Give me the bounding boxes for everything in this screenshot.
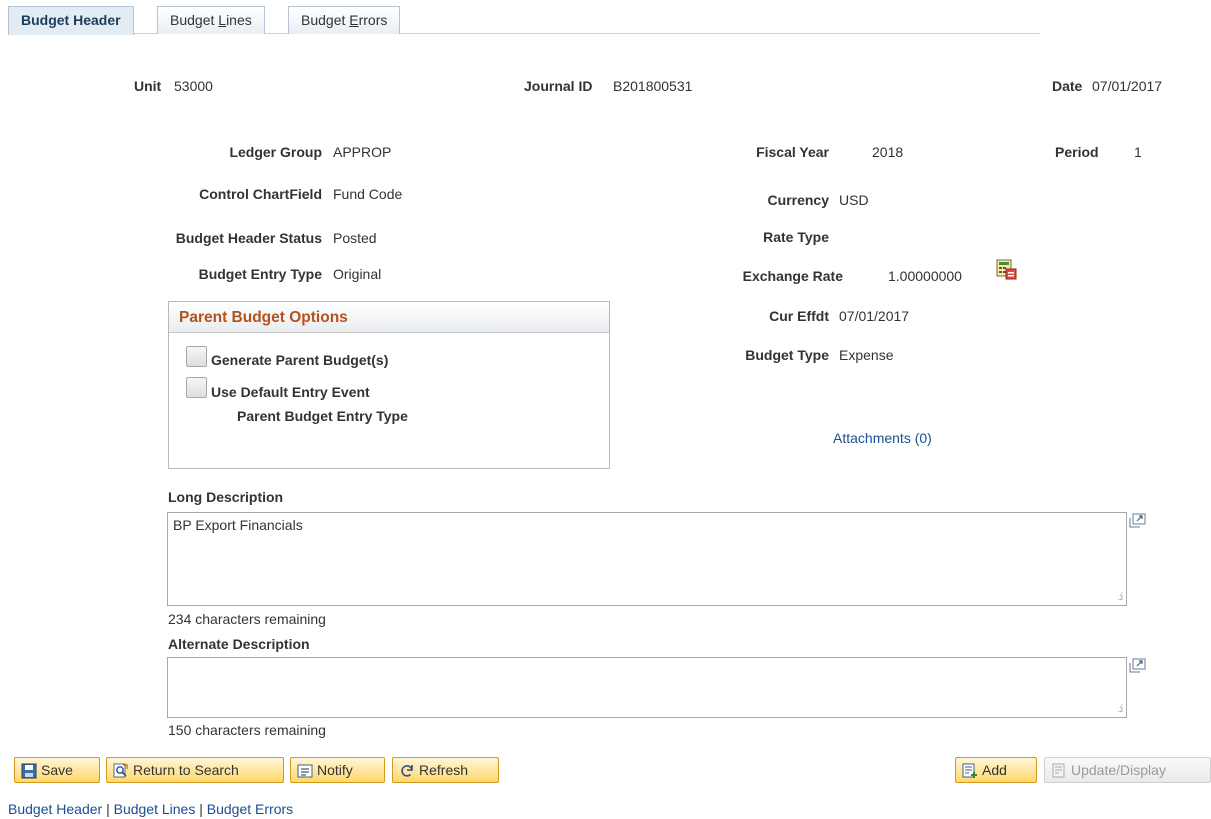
- budget-header-status-label: Budget Header Status: [175, 230, 322, 246]
- use-default-entry-event-label: Use Default Entry Event: [211, 384, 370, 400]
- footer-separator: |: [106, 801, 110, 817]
- use-default-entry-event-checkbox[interactable]: [186, 377, 207, 398]
- notify-label: Notify: [317, 762, 353, 778]
- update-display-button: Update/Display: [1044, 757, 1211, 783]
- alternate-description-remaining: 150 characters remaining: [168, 722, 326, 738]
- rate-type-label: Rate Type: [763, 229, 829, 245]
- footer-link-budget-lines[interactable]: Budget Lines: [114, 801, 196, 817]
- notify-icon: [297, 762, 313, 778]
- tab-label: rrors: [358, 12, 388, 28]
- save-icon: [21, 762, 37, 779]
- alternate-description-textarea[interactable]: .:i: [167, 657, 1127, 718]
- tab-budget-header[interactable]: Budget Header: [8, 6, 134, 35]
- generate-parent-budget-label: Generate Parent Budget(s): [211, 352, 389, 368]
- attachments-link[interactable]: Attachments (0): [833, 430, 932, 446]
- refresh-label: Refresh: [419, 762, 469, 778]
- add-icon: [962, 762, 978, 778]
- currency-label: Currency: [767, 192, 829, 208]
- journal-id-label: Journal ID: [524, 78, 593, 94]
- fiscal-year-label: Fiscal Year: [756, 144, 829, 160]
- update-display-label: Update/Display: [1071, 762, 1166, 778]
- journal-id-value: B201800531: [613, 78, 693, 94]
- tab-accesskey: E: [349, 12, 359, 28]
- generate-parent-budget-checkbox[interactable]: [186, 346, 207, 367]
- tab-budget-lines[interactable]: Budget Lines: [157, 6, 265, 34]
- tab-accesskey: L: [218, 12, 227, 28]
- budget-entry-type-value: Original: [333, 266, 382, 282]
- cur-effdt-label: Cur Effdt: [769, 308, 829, 324]
- footer-link-budget-errors[interactable]: Budget Errors: [207, 801, 293, 817]
- resize-grip-icon[interactable]: .:i: [1117, 705, 1123, 715]
- footer-link-budget-header[interactable]: Budget Header: [8, 801, 102, 817]
- update-display-icon: [1051, 762, 1067, 778]
- currency-value: USD: [839, 192, 869, 208]
- long-description-remaining: 234 characters remaining: [168, 611, 326, 627]
- footer-separator: |: [199, 801, 203, 817]
- calculator-icon[interactable]: [996, 259, 1018, 281]
- return-to-search-label: Return to Search: [133, 762, 239, 778]
- expand-window-icon[interactable]: [1129, 513, 1146, 528]
- tab-label: Budget: [301, 12, 350, 28]
- refresh-button[interactable]: Refresh: [392, 757, 499, 783]
- control-chartfield-label: Control ChartField: [199, 186, 322, 202]
- fiscal-year-value: 2018: [872, 144, 904, 160]
- parent-budget-entry-type-label: Parent Budget Entry Type: [237, 408, 408, 424]
- exchange-rate-value: 1.00000000: [888, 268, 962, 284]
- return-search-icon: [113, 762, 129, 778]
- footer-links: Budget Header | Budget Lines | Budget Er…: [8, 801, 293, 817]
- period-label: Period: [1055, 144, 1099, 160]
- add-button[interactable]: Add: [955, 757, 1037, 783]
- long-description-label: Long Description: [168, 489, 284, 505]
- refresh-icon: [399, 762, 415, 778]
- date-label: Date: [1052, 78, 1083, 94]
- tab-label: ines: [226, 12, 252, 28]
- exchange-rate-label: Exchange Rate: [742, 268, 843, 284]
- tab-budget-errors[interactable]: Budget Errors: [288, 6, 401, 34]
- period-value: 1: [1134, 144, 1142, 160]
- tab-label: Budget Header: [21, 12, 121, 28]
- expand-window-icon[interactable]: [1129, 658, 1146, 673]
- return-to-search-button[interactable]: Return to Search: [106, 757, 284, 783]
- resize-grip-icon[interactable]: .:i: [1117, 593, 1123, 603]
- budget-header-status-value: Posted: [333, 230, 377, 246]
- save-button[interactable]: Save: [14, 757, 100, 783]
- control-chartfield-value: Fund Code: [333, 186, 403, 202]
- notify-button[interactable]: Notify: [290, 757, 385, 783]
- parent-budget-options-title: Parent Budget Options: [169, 302, 609, 333]
- budget-entry-type-label: Budget Entry Type: [198, 266, 322, 282]
- alternate-description-label: Alternate Description: [168, 636, 310, 652]
- long-description-text: BP Export Financials: [173, 517, 303, 533]
- add-label: Add: [982, 762, 1007, 778]
- ledger-group-label: Ledger Group: [229, 144, 322, 160]
- budget-type-value: Expense: [839, 347, 894, 363]
- unit-label: Unit: [134, 78, 162, 94]
- cur-effdt-value: 07/01/2017: [839, 308, 910, 324]
- date-value: 07/01/2017: [1092, 78, 1163, 94]
- tab-label: Budget: [170, 12, 219, 28]
- unit-value: 53000: [174, 78, 213, 94]
- budget-type-label: Budget Type: [745, 347, 829, 363]
- save-button-label: Save: [41, 762, 73, 778]
- long-description-textarea[interactable]: BP Export Financials .:i: [167, 512, 1127, 606]
- ledger-group-value: APPROP: [333, 144, 392, 160]
